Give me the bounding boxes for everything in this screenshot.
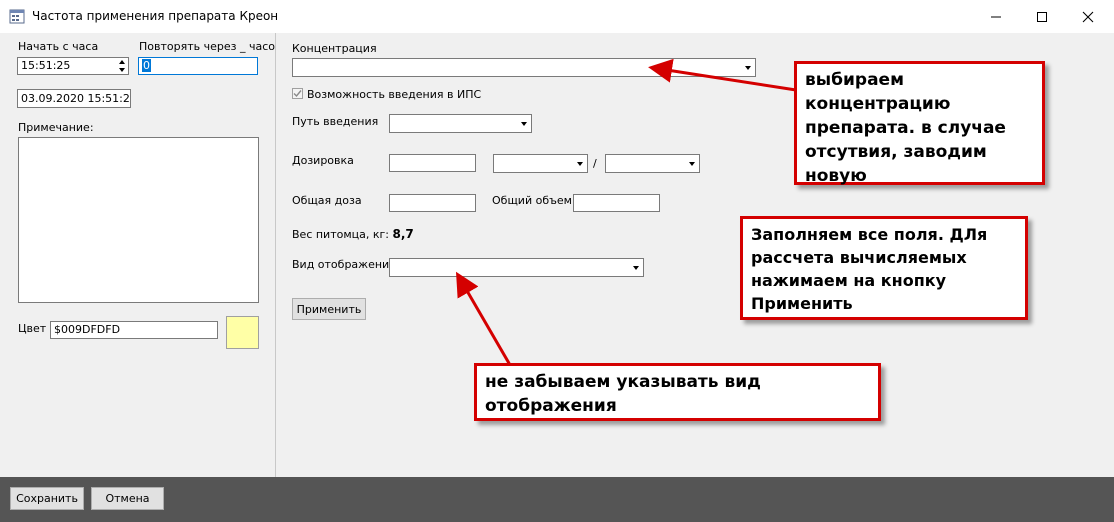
total-volume-input[interactable]	[573, 194, 660, 212]
cancel-button[interactable]: Отмена	[91, 487, 164, 510]
dosage-input[interactable]	[389, 154, 476, 172]
color-label: Цвет	[18, 322, 47, 335]
window-title: Частота применения препарата Креон	[32, 9, 279, 23]
total-volume-label: Общий объем	[492, 194, 572, 207]
date-picker[interactable]: 03.09.2020 15:51:2	[17, 89, 131, 108]
weight-value: 8,7	[392, 227, 414, 241]
chevron-down-icon	[129, 96, 130, 101]
dosage-separator: /	[593, 157, 597, 170]
minimize-icon	[991, 16, 1001, 17]
apply-button[interactable]: Применить	[292, 298, 366, 320]
start-hour-input[interactable]: 15:51:25	[17, 57, 129, 75]
close-button[interactable]	[1065, 0, 1111, 33]
start-hour-value: 15:51:25	[21, 59, 71, 72]
minimize-button[interactable]	[973, 0, 1019, 33]
concentration-label: Концентрация	[292, 42, 377, 55]
ips-checkbox[interactable]	[292, 88, 303, 99]
chevron-down-icon	[745, 65, 751, 70]
dosage-per-select[interactable]	[605, 154, 700, 173]
chevron-down-icon	[633, 265, 639, 270]
save-button[interactable]: Сохранить	[10, 487, 84, 510]
chevron-down-icon	[577, 161, 583, 166]
maximize-icon	[1037, 11, 1047, 22]
weight-caption: Вес питомца, кг:	[292, 228, 389, 241]
color-swatch[interactable]	[226, 316, 259, 349]
note-textarea[interactable]	[18, 137, 259, 303]
chevron-down-icon	[689, 161, 695, 166]
repeat-hours-label: Повторять через _ часов	[139, 40, 282, 53]
concentration-select[interactable]	[292, 58, 756, 77]
total-dose-input[interactable]	[389, 194, 476, 212]
weight-label: Вес питомца, кг: 8,7	[292, 227, 414, 241]
repeat-hours-value: 0	[142, 59, 151, 72]
annotation-concentration: выбираем концентрацию препарата. в случа…	[794, 61, 1045, 186]
spinner-icon[interactable]	[117, 58, 127, 74]
start-hour-label: Начать с часа	[18, 40, 99, 53]
note-label: Примечание:	[18, 121, 94, 134]
date-value: 03.09.2020 15:51:2	[21, 92, 130, 105]
total-dose-label: Общая доза	[292, 194, 362, 207]
display-label: Вид отображения	[292, 258, 396, 271]
color-input[interactable]: $009DFDFD	[50, 321, 218, 339]
annotation-fill-fields: Заполняем все поля. ДЛя рассчета вычисля…	[740, 216, 1028, 320]
ips-label: Возможность введения в ИПС	[307, 88, 482, 101]
display-select[interactable]	[389, 258, 644, 277]
route-label: Путь введения	[292, 115, 379, 128]
bottom-bar	[0, 477, 1114, 522]
route-select[interactable]	[389, 114, 532, 133]
color-value: $009DFDFD	[54, 323, 121, 336]
title-bar: Частота применения препарата Креон	[0, 0, 1114, 33]
annotation-display-type: не забываем указывать вид отображения	[474, 363, 881, 421]
close-icon	[1082, 11, 1094, 22]
checkmark-icon	[293, 90, 302, 98]
app-icon	[9, 9, 25, 24]
repeat-hours-input[interactable]: 0	[138, 57, 258, 75]
maximize-button[interactable]	[1019, 0, 1065, 33]
dosage-unit-select[interactable]	[493, 154, 588, 173]
dosage-label: Дозировка	[292, 154, 354, 167]
chevron-down-icon	[521, 121, 527, 126]
